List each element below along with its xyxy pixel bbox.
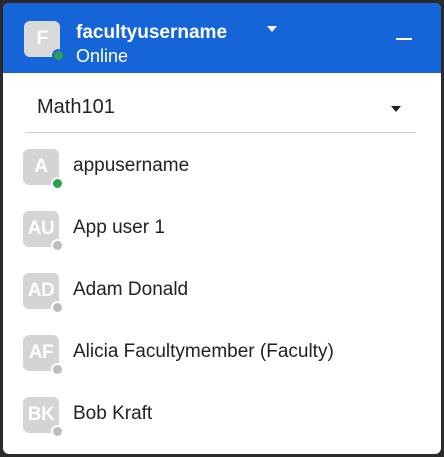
- user-name: Alicia Facultymember (Faculty): [73, 341, 334, 362]
- avatar: AF: [23, 335, 64, 376]
- user-list-item[interactable]: A appusername: [3, 143, 441, 199]
- user-name: appusername: [73, 155, 190, 176]
- avatar-initial: F: [36, 28, 48, 49]
- header-status: Online: [76, 46, 129, 66]
- avatar-initials: A: [34, 156, 48, 177]
- avatar-initials: AF: [28, 342, 54, 363]
- avatar: A: [23, 149, 64, 190]
- offline-status-dot: [51, 425, 64, 438]
- online-status-dot: [52, 49, 65, 62]
- chat-panel: F facultyusername Online Math101 A appus…: [3, 3, 441, 454]
- offline-status-dot: [51, 363, 64, 376]
- user-name: Bob Kraft: [73, 403, 153, 424]
- user-name: Adam Donald: [73, 279, 189, 300]
- user-list-item[interactable]: AU App user 1: [3, 205, 441, 261]
- user-list-item[interactable]: AD Adam Donald: [3, 267, 441, 323]
- avatar: BK: [23, 397, 64, 438]
- avatar-initials: AD: [27, 280, 55, 301]
- header-username[interactable]: facultyusername: [76, 22, 227, 44]
- offline-status-dot: [51, 301, 64, 314]
- avatar: AU: [23, 211, 64, 252]
- online-status-dot: [51, 177, 64, 190]
- user-list-item[interactable]: AF Alicia Facultymember (Faculty): [3, 329, 441, 385]
- course-select-value: Math101: [37, 96, 115, 118]
- chevron-down-icon: [391, 106, 401, 112]
- offline-status-dot: [51, 239, 64, 252]
- user-list-item[interactable]: BK Bob Kraft: [3, 391, 441, 447]
- minimize-button[interactable]: [391, 25, 417, 51]
- status-dropdown-caret-icon[interactable]: [267, 26, 277, 32]
- course-select[interactable]: Math101: [25, 87, 416, 133]
- avatar-initials: AU: [27, 218, 55, 239]
- avatar: AD: [23, 273, 64, 314]
- user-name: App user 1: [73, 217, 165, 238]
- chat-header: F facultyusername Online: [3, 3, 441, 73]
- user-avatar[interactable]: F: [24, 21, 65, 62]
- avatar-initials: BK: [27, 404, 55, 425]
